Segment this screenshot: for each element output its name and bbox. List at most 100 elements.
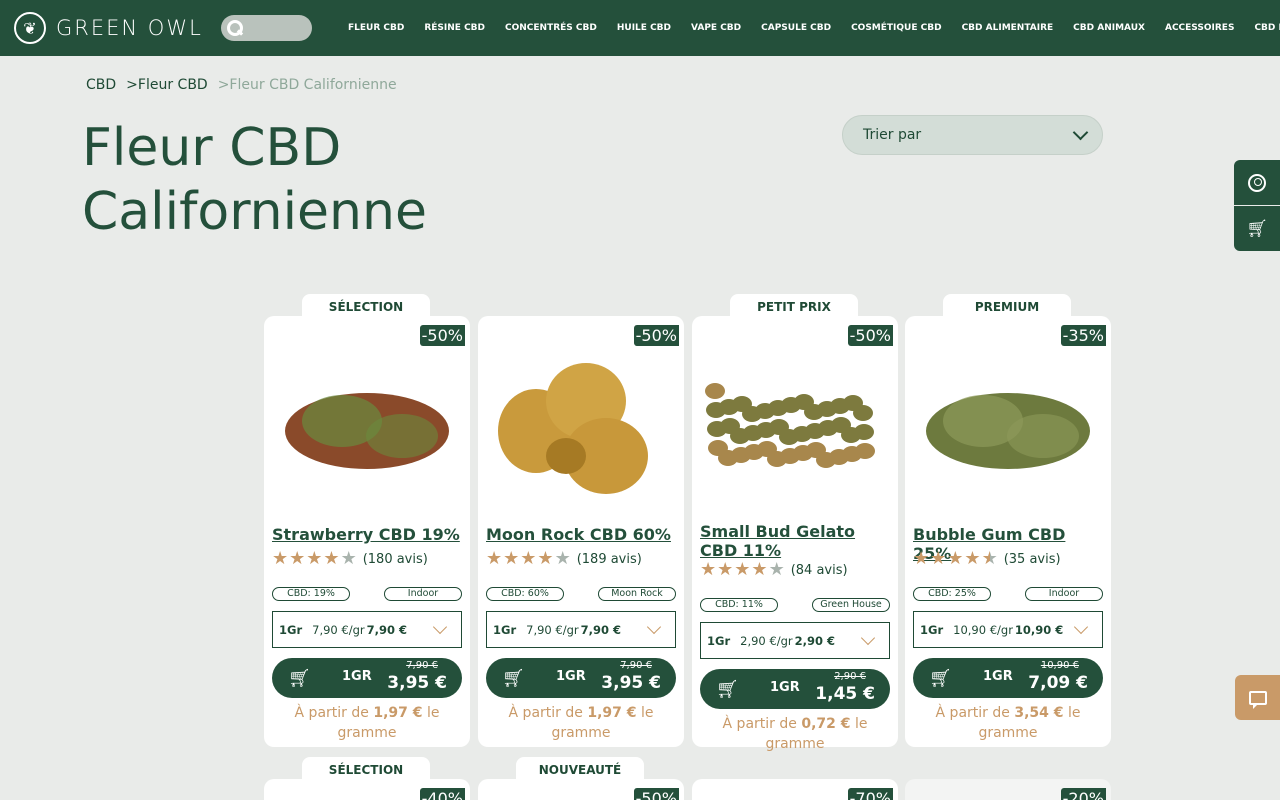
old-price: 2,90 € [834,671,866,682]
product-name[interactable]: Small Bud Gelato CBD 11% [700,522,890,560]
breadcrumb-parent[interactable]: >Fleur CBD [126,77,208,93]
nav-item[interactable]: CONCENTRÉS CBD [505,23,597,33]
product-image-frame[interactable] [272,336,462,515]
cart-button[interactable]: 🛒︎ [1234,206,1280,251]
per-gram-price: 3,54 € [1014,705,1064,721]
breadcrumb-current: >Fleur CBD Californienne [217,77,397,93]
nav-item[interactable]: HUILE CBD [617,23,671,33]
cart-icon: 🛒︎ [716,679,739,700]
add-to-cart-button[interactable]: 🛒︎ 1GR 7,90 € 3,95 € [486,658,676,698]
weight-select[interactable]: 1Gr 7,90 €/gr 7,90 € [486,611,676,648]
weight-qty: 1Gr [493,622,517,637]
star-icon: ★ [323,548,340,569]
search-icon[interactable] [226,19,244,37]
chevron-down-icon [646,619,662,635]
nav-item[interactable]: CAPSULE CBD [761,23,831,33]
sort-dropdown[interactable]: Trier par [842,115,1103,155]
brand-logo[interactable]: ❦ GREEN OWL [14,12,203,44]
product-card[interactable]: -50% Moon Rock CBD 60% ★ ★ ★ ★ ★ (189 avis) CBD:… [478,316,684,747]
weight-select[interactable]: 1Gr 7,90 €/gr 7,90 € [272,611,462,648]
nav-item[interactable]: CBD ANIMAUX [1073,23,1145,33]
cart-qty: 1GR [770,680,800,695]
review-count[interactable]: (189 avis) [577,552,642,567]
product-card[interactable]: -70% [692,779,898,800]
product-card[interactable]: -50% Strawberry CBD 19% ★ ★ ★ ★ ★ (180 avis) CBD… [264,316,470,747]
per-gram-prefix: À partir de [722,716,802,732]
add-to-cart-button[interactable]: 🛒︎ 1GR 7,90 € 3,95 € [272,658,462,698]
chat-button[interactable] [1235,675,1280,720]
star-icon: ★ [913,548,930,569]
site-header: ❦ GREEN OWL FLEUR CBD RÉSINE CBD CONCENT… [0,0,1280,56]
new-price: 1,45 € [815,684,875,704]
star-icon: ★ [520,548,537,569]
star-icon: ★ [768,559,785,580]
old-price: 7,90 € [406,660,438,671]
search-input[interactable] [221,15,312,41]
discount-badge: -70% [847,788,893,800]
product-card[interactable]: -50% Small Bud Gelato CBD 11% ★ ★ ★ ★ ★ (84 avi… [692,316,898,752]
product-image[interactable] [913,336,1103,511]
product-tag-label: PREMIUM [974,300,1040,314]
account-button[interactable] [1234,160,1280,205]
weight-qty: 1Gr [707,633,731,648]
price-per-gram: À partir de 0,72 € le gramme [700,714,890,754]
star-icon: ★ [289,548,306,569]
product-image[interactable] [486,336,676,511]
chevron-down-icon [860,630,876,646]
price-per-gram: À partir de 1,97 € le gramme [486,703,676,743]
nav-item[interactable]: RÉSINE CBD [424,23,485,33]
add-to-cart-button[interactable]: 🛒︎ 1GR 2,90 € 1,45 € [700,669,890,709]
product-card[interactable]: -35% Bubble Gum CBD 25% ★ ★ ★ ★ ★ (35 avis) CBD:… [905,316,1111,747]
star-icon: ★ [700,559,717,580]
nav-item[interactable]: COSMÉTIQUE CBD [851,23,942,33]
sort-label: Trier par [863,127,922,143]
review-count[interactable]: (84 avis) [791,563,848,578]
product-card[interactable]: -50% [478,779,684,800]
product-image[interactable] [272,336,462,511]
nav-item[interactable]: CBD PAS CHER [1254,23,1280,33]
cbd-pill: CBD: 19% [272,587,350,601]
review-count[interactable]: (180 avis) [363,552,428,567]
product-name[interactable]: Moon Rock CBD 60% [486,525,676,544]
cart-qty: 1GR [556,669,586,684]
cart-qty: 1GR [983,669,1013,684]
product-image[interactable] [700,336,890,511]
review-count[interactable]: (35 avis) [1004,552,1061,567]
nav-item[interactable]: CBD ALIMENTAIRE [962,23,1054,33]
product-card[interactable]: -20% [905,779,1111,800]
unit-price: 7,90 €/gr [312,622,365,637]
unit-price: 2,90 €/gr [740,633,793,648]
star-icon: ★ [947,548,964,569]
nav-item[interactable]: VAPE CBD [691,23,741,33]
unit-price: 10,90 €/gr [953,622,1013,637]
add-to-cart-button[interactable]: 🛒︎ 1GR 10,90 € 7,09 € [913,658,1103,698]
culture-pill: Moon Rock [598,587,676,601]
product-rating: ★ ★ ★ ★ ★ (180 avis) [272,550,428,568]
weight-select[interactable]: 1Gr 10,90 €/gr 10,90 € [913,611,1103,648]
old-price: 10,90 € [1040,660,1079,671]
cart-icon: 🛒︎ [502,668,525,689]
brand-name: GREEN OWL [56,16,203,40]
product-card[interactable]: -40% [264,779,470,800]
star-icon: ★ [717,559,734,580]
product-rating: ★ ★ ★ ★ ★ (35 avis) [913,550,1061,568]
weight-qty: 1Gr [279,622,303,637]
nav-item[interactable]: ACCESSOIRES [1165,23,1234,33]
cbd-pill: CBD: 25% [913,587,991,601]
product-image-frame[interactable] [913,336,1103,515]
unit-price: 7,90 €/gr [526,622,579,637]
per-gram-price: 1,97 € [373,705,423,721]
culture-pill: Indoor [384,587,462,601]
nav-item[interactable]: FLEUR CBD [348,23,404,33]
star-icon: ★ [751,559,768,580]
breadcrumb-home[interactable]: CBD [86,77,116,93]
cbd-pill: CBD: 60% [486,587,564,601]
star-icon: ★ [537,548,554,569]
product-image-frame[interactable] [700,336,890,515]
cart-qty: 1GR [342,669,372,684]
product-image-frame[interactable] [486,336,676,515]
weight-select[interactable]: 1Gr 2,90 €/gr 2,90 € [700,622,890,659]
product-tag-label: SÉLECTION [328,300,404,314]
chevron-down-icon [432,619,448,635]
product-name[interactable]: Strawberry CBD 19% [272,525,462,544]
